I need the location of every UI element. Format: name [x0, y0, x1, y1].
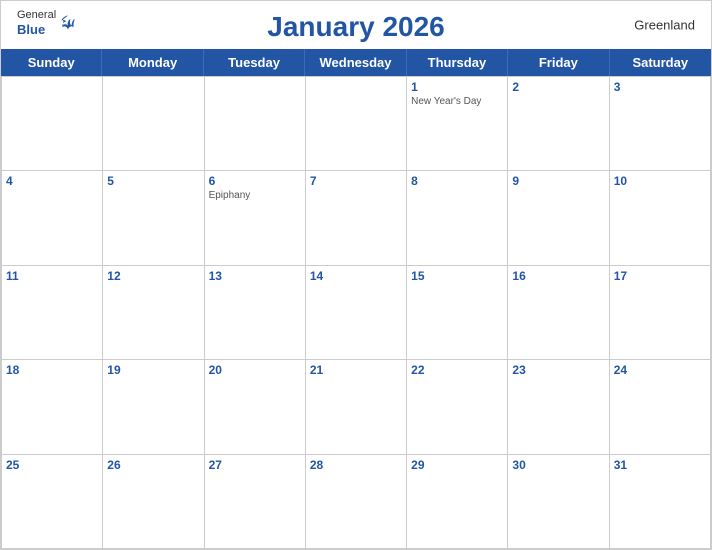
calendar-cell: 9 — [508, 171, 609, 265]
calendar-cell — [103, 77, 204, 171]
calendar-cell: 2 — [508, 77, 609, 171]
calendar-cell: 3 — [610, 77, 711, 171]
calendar-cell — [2, 77, 103, 171]
cell-date: 1 — [411, 80, 503, 94]
calendar-cell: 18 — [2, 360, 103, 454]
cell-date: 28 — [310, 458, 402, 472]
cell-date: 17 — [614, 269, 706, 283]
logo-bird-icon — [58, 13, 78, 33]
calendar-cell: 21 — [306, 360, 407, 454]
logo-general: General — [17, 9, 56, 22]
calendar-cell: 19 — [103, 360, 204, 454]
day-header-friday: Friday — [508, 49, 609, 76]
cell-date: 5 — [107, 174, 199, 188]
calendar-cell: 15 — [407, 266, 508, 360]
calendar-cell: 24 — [610, 360, 711, 454]
day-header-monday: Monday — [102, 49, 203, 76]
cell-date: 6 — [209, 174, 301, 188]
calendar-cell: 1 New Year's Day — [407, 77, 508, 171]
calendar-cell — [306, 77, 407, 171]
cell-event: Epiphany — [209, 190, 301, 201]
calendar-header: General Blue January 2026 Greenland — [1, 1, 711, 49]
calendar-grid: 1 New Year's Day 23 456 Epiphany 789 10 11 12 13 1… — [1, 76, 711, 549]
calendar-cell: 29 — [407, 455, 508, 549]
calendar-cell: 17 — [610, 266, 711, 360]
cell-date: 27 — [209, 458, 301, 472]
day-header-thursday: Thursday — [407, 49, 508, 76]
calendar-cell: 25 — [2, 455, 103, 549]
calendar-cell: 13 — [205, 266, 306, 360]
cell-date: 11 — [6, 269, 98, 283]
cell-event: New Year's Day — [411, 96, 503, 107]
calendar-cell: 28 — [306, 455, 407, 549]
cell-date: 21 — [310, 363, 402, 377]
day-header-wednesday: Wednesday — [305, 49, 406, 76]
calendar-cell — [205, 77, 306, 171]
cell-date: 2 — [512, 80, 604, 94]
calendar-cell: 12 — [103, 266, 204, 360]
calendar-cell: 4 — [2, 171, 103, 265]
cell-date: 9 — [512, 174, 604, 188]
cell-date: 23 — [512, 363, 604, 377]
calendar-cell: 30 — [508, 455, 609, 549]
cell-date: 16 — [512, 269, 604, 283]
logo-blue: Blue — [17, 22, 56, 38]
calendar-cell: 26 — [103, 455, 204, 549]
cell-date: 13 — [209, 269, 301, 283]
cell-date: 31 — [614, 458, 706, 472]
calendar-cell: 16 — [508, 266, 609, 360]
cell-date: 8 — [411, 174, 503, 188]
calendar-cell: 8 — [407, 171, 508, 265]
calendar-cell: 6 Epiphany — [205, 171, 306, 265]
cell-date: 30 — [512, 458, 604, 472]
cell-date: 3 — [614, 80, 706, 94]
cell-date: 19 — [107, 363, 199, 377]
calendar-cell: 14 — [306, 266, 407, 360]
cell-date: 12 — [107, 269, 199, 283]
days-header: Sunday Monday Tuesday Wednesday Thursday… — [1, 49, 711, 76]
cell-date: 26 — [107, 458, 199, 472]
cell-date: 25 — [6, 458, 98, 472]
cell-date: 29 — [411, 458, 503, 472]
cell-date: 18 — [6, 363, 98, 377]
calendar-cell: 10 — [610, 171, 711, 265]
calendar-cell: 11 — [2, 266, 103, 360]
cell-date: 22 — [411, 363, 503, 377]
calendar-cell: 22 — [407, 360, 508, 454]
cell-date: 24 — [614, 363, 706, 377]
cell-date: 20 — [209, 363, 301, 377]
calendar-cell: 7 — [306, 171, 407, 265]
calendar-cell: 20 — [205, 360, 306, 454]
calendar-region: Greenland — [634, 18, 695, 33]
day-header-saturday: Saturday — [610, 49, 711, 76]
calendar-cell: 23 — [508, 360, 609, 454]
calendar-cell: 27 — [205, 455, 306, 549]
cell-date: 7 — [310, 174, 402, 188]
cell-date: 4 — [6, 174, 98, 188]
cell-date: 15 — [411, 269, 503, 283]
calendar-cell: 5 — [103, 171, 204, 265]
day-header-sunday: Sunday — [1, 49, 102, 76]
logo: General Blue — [17, 9, 78, 38]
cell-date: 14 — [310, 269, 402, 283]
calendar: General Blue January 2026 Greenland Sund… — [0, 0, 712, 550]
cell-date: 10 — [614, 174, 706, 188]
day-header-tuesday: Tuesday — [204, 49, 305, 76]
calendar-cell: 31 — [610, 455, 711, 549]
calendar-title: January 2026 — [267, 11, 444, 43]
